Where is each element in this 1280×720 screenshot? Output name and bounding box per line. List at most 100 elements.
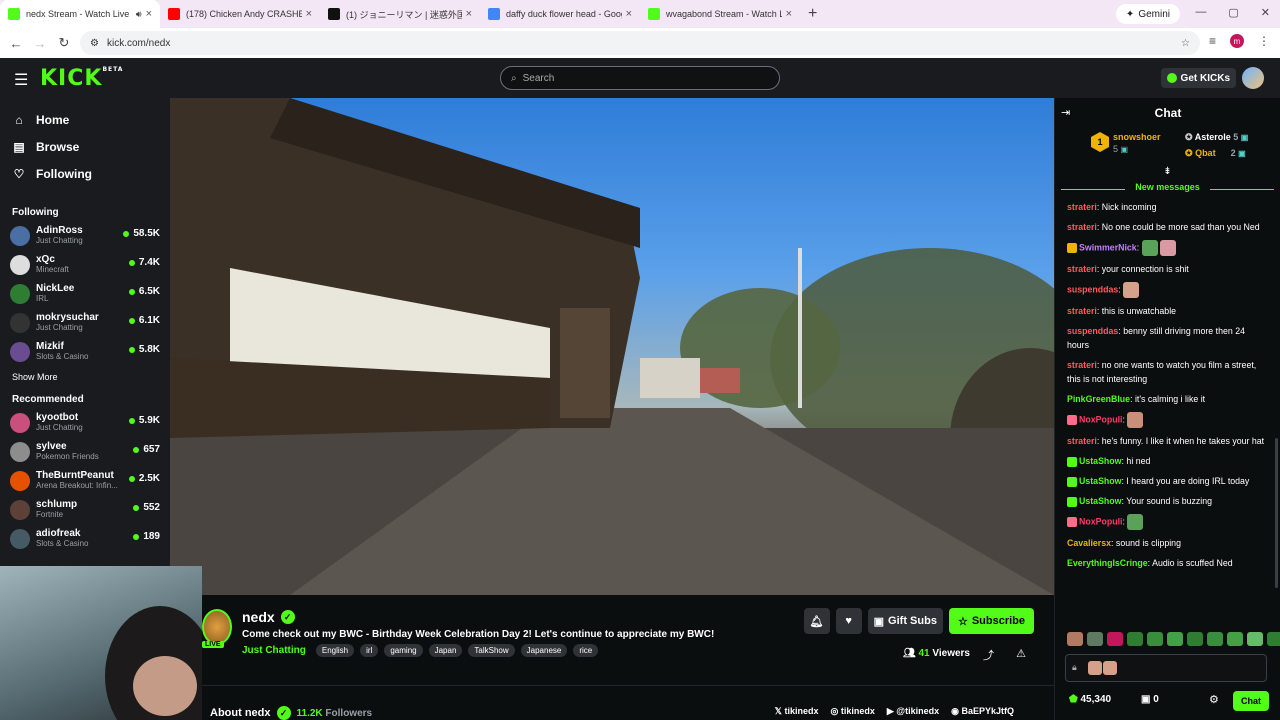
kicks-balance[interactable]: ⬟ 45,340	[1069, 694, 1111, 705]
sidebar-nav-browse[interactable]: ▤ Browse	[0, 133, 170, 160]
tag-chip[interactable]: Japan	[428, 644, 463, 657]
close-tab-icon[interactable]: ×	[146, 8, 152, 20]
share-icon[interactable]: ⤴	[983, 647, 994, 663]
social-link[interactable]: ◎ tikinedx	[830, 706, 874, 717]
chat-username[interactable]: strateri	[1067, 264, 1097, 274]
emote-icon[interactable]	[1227, 632, 1243, 646]
kick-logo[interactable]: KICKBETA	[40, 66, 123, 91]
close-tab-icon[interactable]: ×	[626, 8, 632, 20]
video-player[interactable]	[170, 98, 1054, 595]
channel-list-item[interactable]: mokrysuchar Just Chatting 6.1K	[0, 308, 170, 337]
audio-playing-icon[interactable]: 🔊︎	[136, 9, 142, 20]
chat-username[interactable]: NoxPopuli	[1079, 516, 1123, 526]
tag-chip[interactable]: English	[315, 644, 355, 657]
chat-username[interactable]: suspenddas	[1067, 284, 1118, 294]
browser-tab[interactable]: wvagabond Stream - Watch Liv ×	[640, 0, 800, 28]
close-tab-icon[interactable]: ×	[466, 8, 472, 20]
channel-list-item[interactable]: kyootbot Just Chatting 5.9K	[0, 408, 170, 437]
back-icon[interactable]: ←	[4, 36, 28, 51]
chat-scrollbar[interactable]	[1275, 438, 1278, 588]
menu-kebab-icon[interactable]: ⋮	[1258, 34, 1270, 48]
leader-name[interactable]: snowshoer	[1113, 132, 1161, 142]
channel-list-item[interactable]: Mizkif Slots & Casino 5.8K	[0, 337, 170, 366]
browser-tab[interactable]: nedx Stream - Watch Live o 🔊︎ ×	[0, 0, 160, 28]
show-more-link[interactable]: Show More	[0, 368, 170, 386]
social-link[interactable]: 𝕏 tikinedx	[775, 706, 819, 717]
emote-icon[interactable]	[1167, 632, 1183, 646]
chat-username[interactable]: NoxPopuli	[1079, 414, 1123, 424]
channel-name[interactable]: nedx ✓	[242, 609, 295, 625]
emote-icon[interactable]	[1107, 632, 1123, 646]
get-kicks-button[interactable]: Get KICKs	[1160, 68, 1236, 88]
report-icon[interactable]: ⚠	[1016, 647, 1026, 660]
forward-icon[interactable]: →	[28, 36, 52, 51]
channel-list-item[interactable]: sylvee Pokemon Friends 657	[0, 437, 170, 466]
sidebar-nav-following[interactable]: ♡ Following	[0, 160, 170, 187]
notification-button[interactable]: 🔔︎	[803, 608, 830, 634]
send-chat-button[interactable]: Chat	[1233, 691, 1269, 711]
chat-username[interactable]: EverythingIsCringe	[1067, 558, 1148, 568]
close-tab-icon[interactable]: ×	[786, 8, 792, 20]
leader-name[interactable]: ✪ Qbat 2 ▣	[1185, 148, 1246, 159]
maximize-icon[interactable]: ▢	[1228, 6, 1238, 19]
social-link[interactable]: ◉ BaEPYkJtfQ	[951, 706, 1014, 717]
emote-icon[interactable]	[1087, 632, 1103, 646]
chat-username[interactable]: Cavaliersx	[1067, 538, 1111, 548]
close-window-icon[interactable]: ✕	[1261, 6, 1270, 19]
site-info-icon[interactable]: ⚙	[90, 38, 99, 49]
tag-chip[interactable]: irl	[360, 644, 379, 657]
gemini-button[interactable]: ✦ Gemini	[1115, 4, 1180, 24]
user-avatar[interactable]	[1242, 67, 1264, 89]
url-field[interactable]: ⚙ kick.com/nedx ☆	[80, 31, 1200, 55]
emote-icon[interactable]	[1127, 632, 1143, 646]
chat-input[interactable]: 🔒︎	[1065, 654, 1267, 682]
social-link[interactable]: ▶ @tikinedx	[887, 706, 939, 717]
search-input[interactable]: ⌕ Search	[500, 66, 780, 90]
tag-chip[interactable]: rice	[573, 644, 599, 657]
category-link[interactable]: Just Chatting	[242, 645, 306, 656]
chat-settings-icon[interactable]: ⚙	[1209, 693, 1219, 706]
emote-icon[interactable]	[1247, 632, 1263, 646]
minimize-icon[interactable]: —	[1195, 6, 1206, 19]
chat-username[interactable]: suspenddas	[1067, 326, 1118, 336]
browser-tab[interactable]: daffy duck flower head - Googl ×	[480, 0, 640, 28]
sidebar-nav-home[interactable]: ⌂ Home	[0, 106, 170, 133]
leader-name[interactable]: ✪ Asterole 5 ▣	[1185, 132, 1248, 143]
profile-avatar[interactable]: m	[1230, 34, 1244, 48]
chat-username[interactable]: UstaShow	[1079, 456, 1122, 466]
emote-icon[interactable]	[1207, 632, 1223, 646]
chat-username[interactable]: SwimmerNick	[1079, 242, 1137, 252]
emote-icon[interactable]	[1187, 632, 1203, 646]
bookmark-star-icon[interactable]: ☆	[1181, 38, 1190, 49]
media-control-icon[interactable]: ≡	[1209, 34, 1216, 48]
reload-icon[interactable]: ↻	[52, 35, 76, 51]
chat-username[interactable]: UstaShow	[1079, 476, 1122, 486]
channel-list-item[interactable]: schlump Fortnite 552	[0, 495, 170, 524]
new-tab-icon[interactable]: +	[808, 5, 817, 23]
channel-list-item[interactable]: xQc Minecraft 7.4K	[0, 250, 170, 279]
tag-chip[interactable]: Japanese	[520, 644, 568, 657]
tag-chip[interactable]: TalkShow	[468, 644, 515, 657]
browser-tab[interactable]: (1) ジョニーリマン | 迷惑外国人技… ×	[320, 0, 480, 28]
chat-username[interactable]: strateri	[1067, 436, 1097, 446]
pinned-toggle-icon[interactable]: ⇟	[1055, 166, 1280, 180]
chat-username[interactable]: PinkGreenBlue	[1067, 394, 1130, 404]
channel-avatar[interactable]	[202, 609, 232, 645]
chat-username[interactable]: strateri	[1067, 202, 1097, 212]
gifts-balance[interactable]: ▣ 0	[1141, 694, 1159, 705]
subscribe-button[interactable]: ☆ Subscribe	[948, 608, 1034, 634]
follow-button[interactable]: ♥	[835, 608, 862, 634]
channel-list-item[interactable]: AdinRoss Just Chatting 58.5K	[0, 221, 170, 250]
tag-chip[interactable]: gaming	[384, 644, 423, 657]
channel-list-item[interactable]: NickLee IRL 6.5K	[0, 279, 170, 308]
browser-tab[interactable]: (178) Chicken Andy CRASHES M ×	[160, 0, 320, 28]
chat-username[interactable]: strateri	[1067, 222, 1097, 232]
close-tab-icon[interactable]: ×	[306, 8, 312, 20]
chat-username[interactable]: strateri	[1067, 360, 1097, 370]
emote-icon[interactable]	[1267, 632, 1280, 646]
emote-icon[interactable]	[1147, 632, 1163, 646]
emote-icon[interactable]	[1067, 632, 1083, 646]
channel-list-item[interactable]: TheBurntPeanut Arena Breakout: Infin... 2.…	[0, 466, 170, 495]
channel-list-item[interactable]: adiofreak Slots & Casino 189	[0, 524, 170, 553]
chat-username[interactable]: UstaShow	[1079, 496, 1122, 506]
